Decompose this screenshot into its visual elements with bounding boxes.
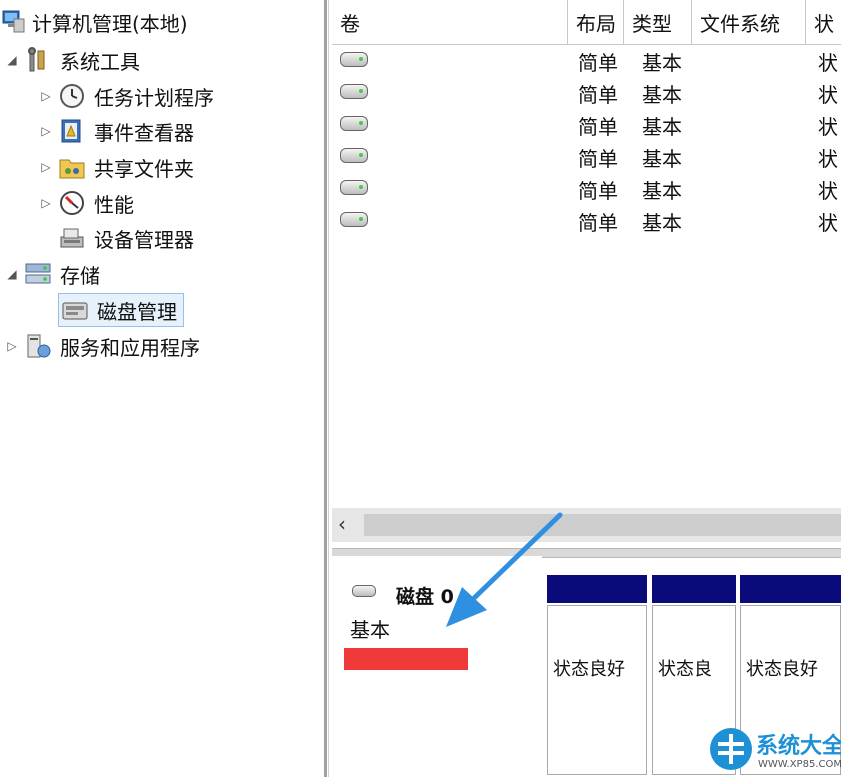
site-watermark: 系统大全 WWW.XP85.COM [706, 724, 841, 777]
watermark-url: WWW.XP85.COM [758, 759, 841, 770]
annotation-arrow-icon [446, 512, 563, 627]
logo-icon [710, 728, 752, 770]
watermark-text: 系统大全 [756, 734, 841, 759]
